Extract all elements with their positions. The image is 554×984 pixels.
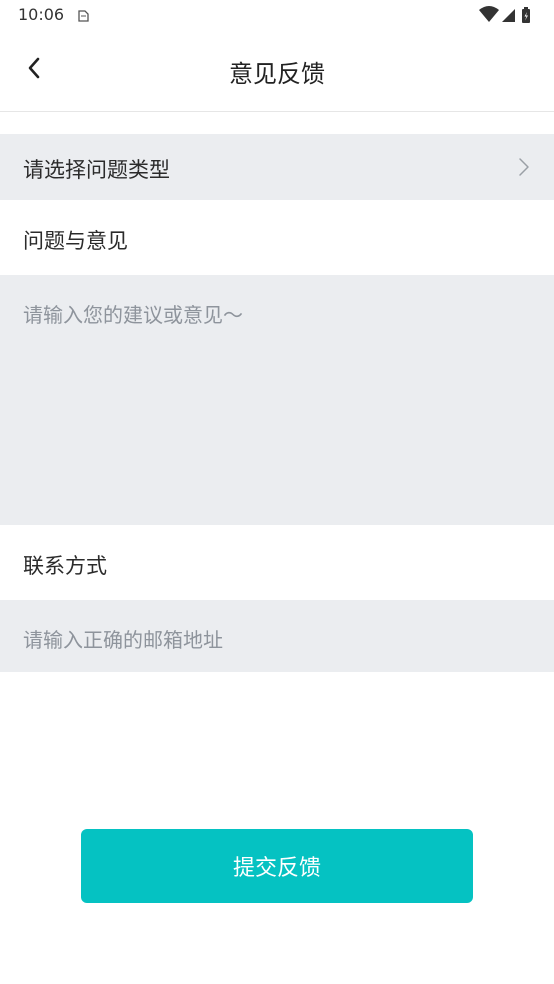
problem-type-label: 请选择问题类型: [23, 158, 170, 182]
feedback-screen: 10:06 意见反馈 请选择问题类型 问题与意见 请输入您的建议或意见～ 联系方…: [0, 0, 554, 984]
sim-card-icon: [76, 8, 90, 22]
wifi-icon: [479, 6, 499, 22]
contact-section-label: 联系方式: [23, 554, 107, 578]
submit-feedback-label: 提交反馈: [232, 856, 321, 881]
problem-type-select[interactable]: 请选择问题类型: [0, 134, 554, 200]
chevron-right-icon: [518, 157, 530, 177]
page-title: 意见反馈: [229, 60, 325, 88]
email-placeholder: 请输入正确的邮箱地址: [23, 628, 223, 652]
status-icons: [478, 5, 536, 25]
battery-icon: [522, 7, 530, 23]
status-time: 10:06: [18, 5, 65, 24]
status-bar: 10:06: [0, 0, 554, 30]
signal-icon: [502, 9, 515, 22]
feedback-textarea[interactable]: 请输入您的建议或意见～: [0, 275, 554, 525]
nav-bar: 意见反馈: [0, 30, 554, 112]
feedback-section-label: 问题与意见: [23, 229, 128, 253]
submit-feedback-button[interactable]: 提交反馈: [81, 829, 473, 903]
feedback-placeholder: 请输入您的建议或意见～: [23, 303, 243, 327]
email-field[interactable]: 请输入正确的邮箱地址: [0, 600, 554, 672]
